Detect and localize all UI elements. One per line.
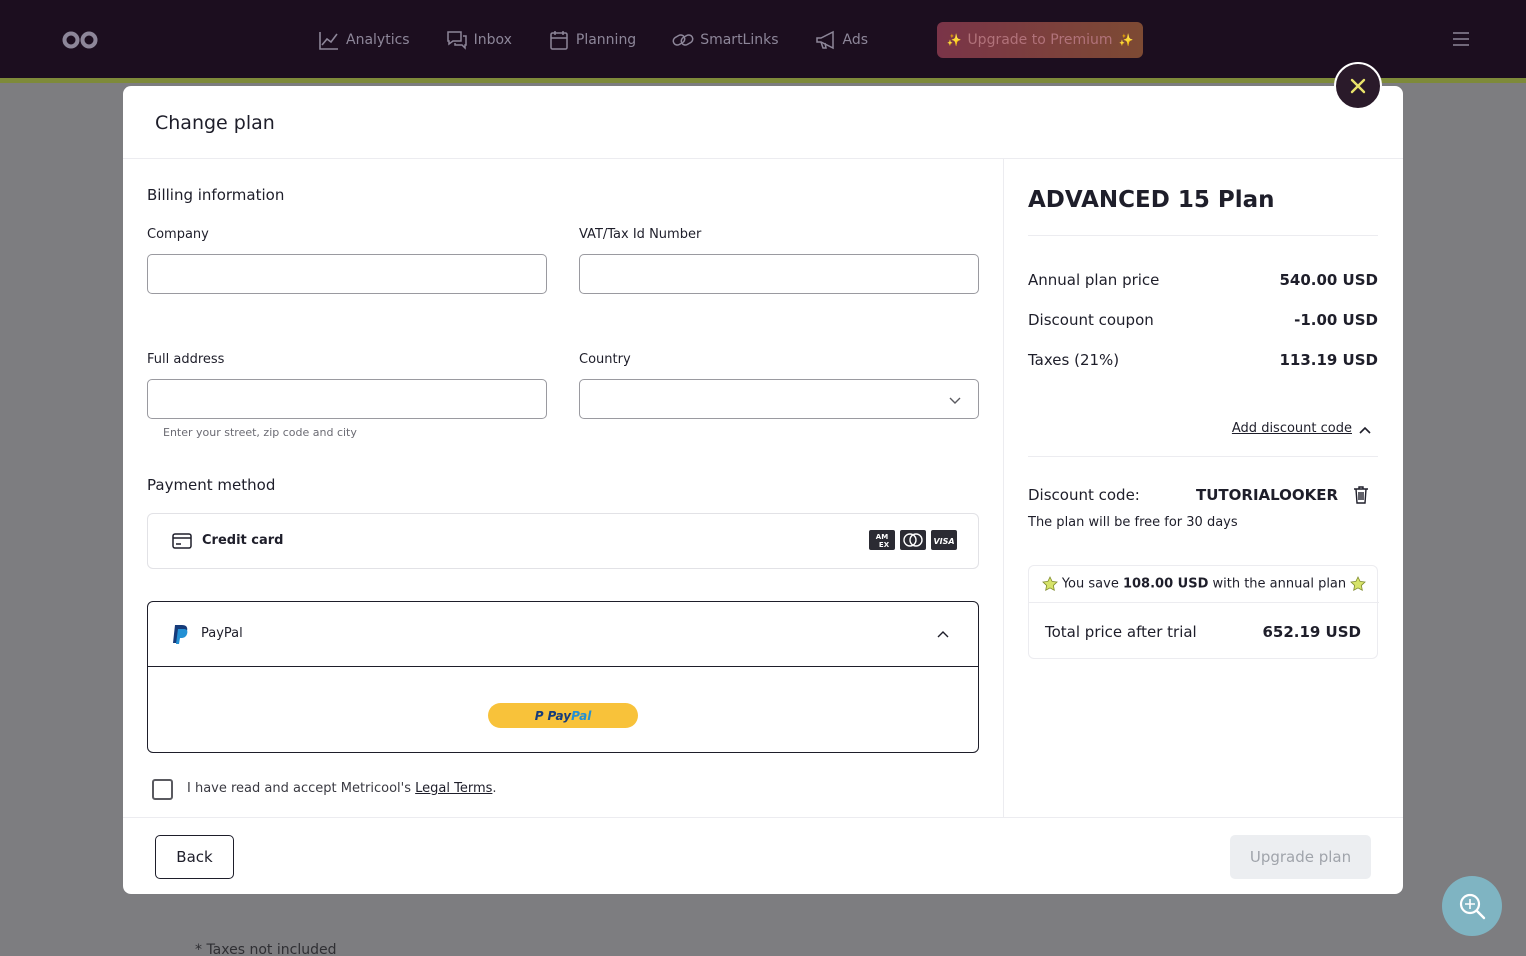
close-modal-button[interactable]	[1334, 62, 1382, 110]
modal-header: Change plan	[123, 86, 1403, 159]
legal-terms-checkbox[interactable]	[152, 779, 173, 800]
main-nav: Analytics Inbox Planning SmartLinks Ads	[318, 27, 904, 53]
back-button[interactable]: Back	[155, 835, 234, 879]
vat-input[interactable]	[579, 254, 979, 294]
column-divider	[1003, 159, 1004, 817]
nav-item-planning[interactable]: Planning	[548, 27, 636, 53]
nav-item-inbox[interactable]: Inbox	[446, 27, 512, 53]
legal-terms-prefix: I have read and accept Metricool's	[187, 781, 416, 796]
change-plan-modal: Change plan Billing information Company …	[123, 86, 1403, 894]
billing-payment-column: Billing information Company VAT/Tax Id N…	[147, 159, 1003, 817]
paypal-pay-text: Pay	[547, 708, 572, 723]
nav-item-label: Ads	[842, 32, 869, 48]
total-price-label: Total price after trial	[1045, 623, 1197, 641]
discount-coupon-label: Discount coupon	[1028, 311, 1154, 329]
svg-text:AM: AM	[876, 533, 888, 541]
paypal-p-icon: P	[534, 708, 544, 723]
top-navigation-bar: Analytics Inbox Planning SmartLinks Ads …	[0, 0, 1526, 80]
close-icon	[1350, 78, 1366, 94]
address-input[interactable]	[147, 379, 547, 419]
paypal-label: PayPal	[201, 626, 243, 641]
company-input[interactable]	[147, 254, 547, 294]
hamburger-menu-icon[interactable]	[1453, 32, 1469, 46]
billing-section-title: Billing information	[147, 186, 285, 204]
visa-icon: VISA	[931, 530, 957, 550]
country-label: Country	[579, 352, 631, 367]
megaphone-icon	[815, 30, 834, 50]
chevron-down-icon	[949, 397, 961, 404]
chevron-up-icon[interactable]	[1358, 423, 1372, 437]
link-icon	[672, 34, 694, 46]
star-icon	[1350, 576, 1367, 591]
free-trial-note: The plan will be free for 30 days	[1028, 515, 1238, 530]
nav-accent-strip	[0, 78, 1526, 83]
annual-price-value: 540.00 USD	[1279, 271, 1378, 289]
total-price-value: 652.19 USD	[1262, 623, 1361, 641]
plan-name: ADVANCED 15 Plan	[1028, 187, 1275, 213]
chat-bubbles-icon	[446, 31, 467, 50]
metricool-logo-icon[interactable]	[62, 31, 98, 49]
discount-code-label: Discount code:	[1028, 486, 1140, 504]
savings-suffix: with the annual plan	[1208, 576, 1347, 592]
paypal-pal-text: Pal	[571, 708, 592, 723]
savings-divider	[1029, 602, 1379, 603]
paypal-icon	[173, 625, 188, 644]
annual-price-label: Annual plan price	[1028, 271, 1160, 289]
svg-text:VISA: VISA	[933, 537, 954, 546]
credit-card-option[interactable]: Credit card AM EX VISA	[147, 513, 979, 569]
address-hint: Enter your street, zip code and city	[163, 426, 357, 439]
add-discount-code-link[interactable]: Add discount code	[1232, 421, 1352, 436]
upgrade-premium-button[interactable]: ✨ Upgrade to Premium ✨	[937, 22, 1143, 58]
savings-amount: 108.00 USD	[1122, 576, 1209, 592]
country-select[interactable]	[579, 379, 979, 419]
legal-terms-suffix: .	[492, 781, 497, 796]
trash-icon[interactable]	[1353, 486, 1369, 504]
credit-card-icon	[172, 533, 192, 549]
search-sparkle-icon	[1459, 893, 1486, 920]
paypal-divider	[148, 666, 978, 667]
analytics-chart-icon	[319, 32, 338, 50]
chevron-up-icon[interactable]	[936, 627, 950, 641]
nav-item-ads[interactable]: Ads	[815, 27, 869, 53]
modal-footer: Back Upgrade plan	[123, 817, 1403, 894]
savings-line: You save 108.00 USD with the annual plan	[1029, 576, 1379, 592]
discount-divider	[1028, 456, 1378, 457]
taxes-label: Taxes (21%)	[1028, 351, 1120, 369]
legal-terms-link[interactable]: Legal Terms	[415, 781, 492, 796]
paypal-option[interactable]: PayPal P Pay Pal	[147, 601, 979, 753]
credit-card-label: Credit card	[202, 533, 284, 548]
legal-terms-text: I have read and accept Metricool's Legal…	[187, 781, 497, 796]
svg-text:EX: EX	[879, 541, 890, 549]
upgrade-plan-button[interactable]: Upgrade plan	[1230, 835, 1371, 879]
upgrade-premium-label: Upgrade to Premium	[967, 32, 1113, 48]
nav-item-label: Planning	[575, 32, 637, 48]
payment-section-title: Payment method	[147, 476, 276, 494]
mastercard-icon	[900, 530, 926, 550]
taxes-value: 113.19 USD	[1279, 351, 1378, 369]
nav-item-label: SmartLinks	[700, 32, 779, 48]
company-label: Company	[147, 227, 209, 242]
sparkle-icon: ✨	[1118, 33, 1134, 47]
modal-title: Change plan	[155, 112, 275, 134]
summary-divider	[1028, 235, 1378, 236]
nav-item-label: Analytics	[346, 32, 410, 48]
address-label: Full address	[147, 352, 225, 367]
help-search-button[interactable]	[1442, 876, 1502, 936]
nav-item-analytics[interactable]: Analytics	[318, 27, 410, 53]
amex-icon: AMEX	[869, 530, 895, 550]
sparkle-icon: ✨	[946, 33, 962, 47]
calendar-icon	[550, 31, 568, 50]
savings-box: You save 108.00 USD with the annual plan…	[1028, 565, 1379, 659]
star-icon	[1041, 576, 1058, 591]
taxes-note: * Taxes not included	[195, 942, 337, 956]
paypal-checkout-button[interactable]: P Pay Pal	[488, 703, 638, 728]
nav-item-smartlinks[interactable]: SmartLinks	[672, 27, 779, 53]
nav-item-label: Inbox	[473, 32, 512, 48]
discount-code-value: TUTORIALOOKER	[1196, 486, 1339, 504]
savings-prefix: You save	[1061, 576, 1123, 592]
discount-coupon-value: -1.00 USD	[1294, 311, 1378, 329]
vat-label: VAT/Tax Id Number	[579, 227, 702, 242]
